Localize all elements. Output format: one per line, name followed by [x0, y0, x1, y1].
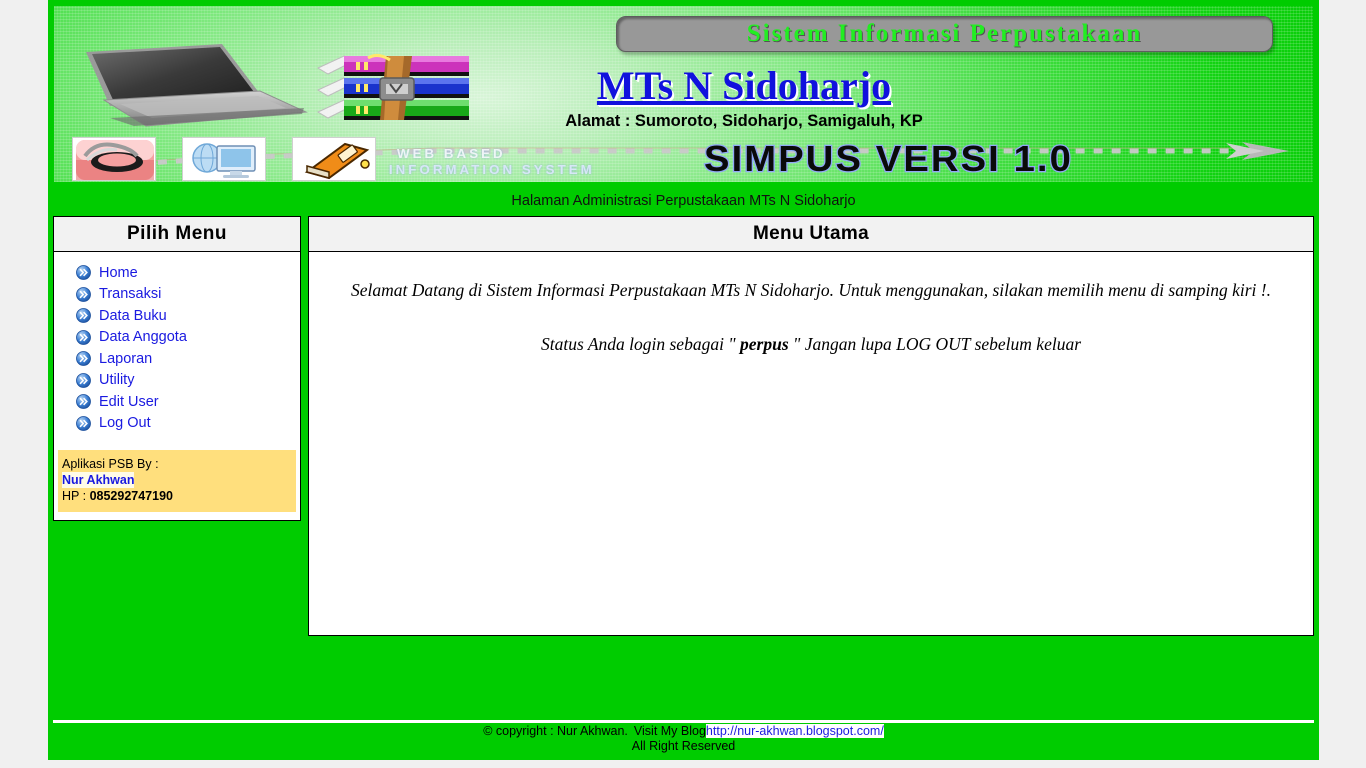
credit-author-name: Nur Akhwan [62, 472, 135, 488]
web-based-line2: INFORMATION SYSTEM [388, 162, 595, 177]
school-address: Alamat : Sumoroto, Sidoharjo, Samigaluh,… [565, 112, 923, 130]
sidebar-item-label[interactable]: Log Out [99, 415, 151, 431]
double-chevron-icon [76, 351, 91, 367]
sidebar-item-label[interactable]: Transaksi [99, 286, 161, 302]
sidebar-item-laporan[interactable]: Laporan [54, 348, 300, 370]
sidebar-item-log-out[interactable]: Log Out [54, 413, 300, 435]
double-chevron-icon [76, 372, 91, 388]
credit-line1: Aplikasi PSB By : [62, 457, 159, 471]
blog-link[interactable]: http://nur-akhwan.blogspot.com/ [705, 724, 884, 738]
sidebar-title: Pilih Menu [54, 217, 300, 252]
system-name-badge-label: Sistem Informasi Perpustakaan [746, 20, 1143, 47]
login-status-message: Status Anda login sebagai " perpus " Jan… [333, 332, 1289, 356]
sidebar-item-edit-user[interactable]: Edit User [54, 391, 300, 413]
credit-phone-row: HP : 085292747190 [62, 488, 292, 504]
sidebar-item-transaksi[interactable]: Transaksi [54, 284, 300, 306]
book-stack-icon [316, 53, 469, 120]
credit-phone-number: 085292747190 [89, 489, 173, 503]
sidebar-item-label[interactable]: Utility [99, 372, 134, 388]
double-chevron-icon [76, 394, 91, 410]
main-panel-body: Selamat Datang di Sistem Informasi Perpu… [309, 252, 1313, 356]
sidebar-item-data-anggota[interactable]: Data Anggota [54, 327, 300, 349]
simpus-version-label: SIMPUS VERSI 1.0 [703, 137, 1073, 181]
footer-visit-label: Visit My Blog [633, 724, 706, 738]
sidebar-item-label[interactable]: Edit User [99, 394, 159, 410]
page-title: MTs N Sidoharjo [596, 63, 892, 108]
footer-rights: All Right Reserved [631, 739, 736, 753]
sidebar-item-home[interactable]: Home [54, 262, 300, 284]
web-based-line1: WEB BASED [397, 146, 506, 161]
footer-copyright: © copyright : Nur Akhwan. [483, 724, 628, 738]
credit-phone-label: HP : [62, 489, 90, 503]
page-root: MTs N Sidoharjo Alamat : Sumoroto, Sidoh… [48, 0, 1319, 760]
credit-author-row: Nur Akhwan [62, 472, 292, 488]
main-panel-title: Menu Utama [309, 217, 1313, 252]
sidebar-item-utility[interactable]: Utility [54, 370, 300, 392]
internet-explorer-icon [72, 137, 156, 181]
sidebar-item-label[interactable]: Laporan [99, 351, 152, 367]
credit-box: Aplikasi PSB By : Nur Akhwan HP : 085292… [58, 450, 296, 512]
main-panel: Menu Utama Selamat Datang di Sistem Info… [308, 216, 1314, 636]
double-chevron-icon [76, 286, 91, 302]
school-title-block: MTs N Sidoharjo Alamat : Sumoroto, Sidoh… [484, 64, 1004, 131]
status-username: perpus [740, 334, 789, 354]
footer: © copyright : Nur Akhwan. Visit My Bloght… [48, 724, 1319, 754]
double-chevron-icon [76, 329, 91, 345]
status-prefix: Status Anda login sebagai " [540, 334, 741, 354]
orange-book-icon [292, 137, 376, 181]
computer-network-icon [182, 137, 266, 181]
double-chevron-icon [76, 265, 91, 281]
footer-divider [53, 720, 1314, 723]
sidebar-item-data-buku[interactable]: Data Buku [54, 305, 300, 327]
admin-page-label: Halaman Administrasi Perpustakaan MTs N … [511, 193, 856, 209]
double-chevron-icon [76, 415, 91, 431]
sidebar-item-label[interactable]: Data Anggota [99, 329, 187, 345]
laptop-icon [86, 44, 308, 127]
sidebar-item-label[interactable]: Data Buku [99, 308, 167, 324]
system-name-badge: Sistem Informasi Perpustakaan [616, 16, 1273, 52]
header-banner: MTs N Sidoharjo Alamat : Sumoroto, Sidoh… [53, 5, 1314, 183]
status-suffix: " Jangan lupa LOG OUT sebelum keluar [788, 334, 1082, 354]
double-chevron-icon [76, 308, 91, 324]
web-based-tagline: WEB BASED INFORMATION SYSTEM [389, 146, 595, 178]
sidebar-menu: Home Transaksi Data Buku Data Anggota La… [54, 252, 300, 444]
welcome-message: Selamat Datang di Sistem Informasi Perpu… [351, 280, 1271, 300]
footer-line1: © copyright : Nur Akhwan. Visit My Bloght… [48, 724, 1319, 739]
sidebar: Pilih Menu Home Transaksi Data Buku Data… [53, 216, 301, 521]
header-icon-row [72, 137, 376, 181]
sidebar-item-label[interactable]: Home [99, 265, 138, 281]
